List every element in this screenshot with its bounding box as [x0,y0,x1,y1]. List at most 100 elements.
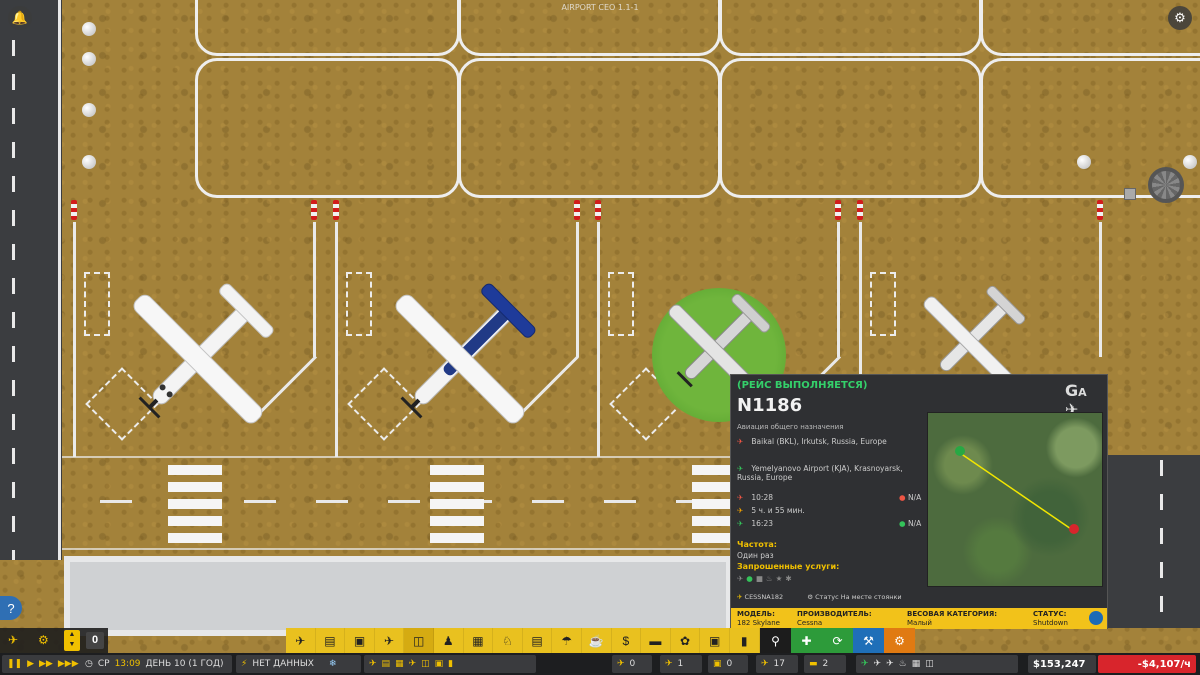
stat-flights-value: 1 [677,659,684,669]
gear-menu-icon[interactable]: ⚙ [38,633,49,647]
demolish-tool-icon[interactable]: ✚ [791,628,822,653]
bulldozer-tool-icon[interactable]: ⚙ [884,628,915,653]
cargo-overlay-icon[interactable]: ▣ [435,659,444,669]
weather-status: НЕТ ДАННЫХ [252,659,314,669]
stand-cone [595,200,601,220]
stat-passengers-value: 0 [629,659,636,669]
aircraft-spec-bar: МОДЕЛЬ: 182 Skylane ПРОИЗВОДИТЕЛЬ: Cessna … [731,608,1107,629]
stand-cone [71,200,77,220]
edge-light [82,103,96,117]
search-icon[interactable]: ⚲ [760,628,791,653]
money-tool-icon[interactable]: $ [612,628,642,653]
flight-duration-icon: ✈ [737,506,744,515]
game-time: 13:09 [114,659,141,669]
game-day: ДЕНЬ 10 (1 ГОД) [145,659,224,669]
hourly-income[interactable]: -$4,107/ч [1098,655,1196,673]
spec-manufacturer-label: ПРОИЗВОДИТЕЛЬ: [797,610,872,618]
scroll-stepper[interactable]: ▲ ▼ [64,630,80,651]
construction-tool-icon[interactable]: ⚒ [853,628,884,653]
pedestrian-crossing [168,465,222,545]
edge-light [82,155,96,169]
stat-vehicles-value: 2 [822,659,829,669]
plane-overlay-icon[interactable]: ✈ [369,659,377,669]
snow-icon: ❄ [328,659,337,669]
staff-tool-icon[interactable]: ♟ [434,628,464,653]
equipment-box [346,272,372,336]
landing-icon: ✈ [737,519,744,528]
arrival-icon: ✈ [737,464,744,473]
bell-icon[interactable]: 🔔 [8,6,32,30]
signal-icon[interactable]: ▦ [912,659,921,669]
cash-balance[interactable]: $153,247 [1028,655,1096,673]
camera-follow-button[interactable] [1089,611,1103,625]
service-icons: ✈●■♨★✱ [737,574,795,583]
fast-forward-icon[interactable]: ▶▶ [39,659,53,669]
aircraft-white[interactable] [110,262,300,442]
shop-tool-icon[interactable]: ☂ [552,628,582,653]
play-icon[interactable]: ▶ [27,659,34,669]
passenger-icon: ✈ [617,659,625,669]
zone-tool-icon[interactable]: ▤ [316,628,346,653]
spec-weight: ВЕСОВАЯ КАТЕГОРИЯ: Малый [907,610,997,627]
departure-toggle-icon[interactable]: ✈ [886,659,894,669]
counter-value: 0 [86,632,104,649]
bus-tool-icon[interactable]: ▣ [345,628,375,653]
grid-overlay-icon[interactable]: ▦ [395,659,404,669]
security-tool-icon[interactable]: ♘ [493,628,523,653]
boxes-tool-icon[interactable]: ▣ [700,628,730,653]
pause-icon[interactable]: ❚❚ [7,659,22,669]
stat-cargo: ▣ 0 [708,655,748,673]
upgrade-tool-icon[interactable]: ⟳ [822,628,853,653]
plants-tool-icon[interactable]: ✿ [671,628,701,653]
stand-line [313,222,316,357]
spec-weight-value: Малый [907,618,932,627]
spec-manufacturer-value: Cessna [797,618,823,627]
runway-tool-icon[interactable]: ✈ [286,628,316,653]
operations-toggles[interactable]: ✈ ✈ ✈ ♨ ▦ ◫ [856,655,1018,673]
baggage-tool-icon[interactable]: ◫ [404,628,434,653]
zone-overlay-icon[interactable]: ▤ [382,659,391,669]
baggage-overlay-icon[interactable]: ◫ [421,659,430,669]
spec-manufacturer: ПРОИЗВОДИТЕЛЬ: Cessna [797,610,872,627]
food-tool-icon[interactable]: ☕ [582,628,612,653]
bed-tool-icon[interactable]: ▮ [730,628,760,653]
seating-tool-icon[interactable]: ▬ [641,628,671,653]
departure-delay-value: N/A [907,493,922,502]
building-tool-icon[interactable]: ▦ [464,628,494,653]
pedestrian-crossing [692,465,732,545]
terminal-building[interactable] [64,556,732,636]
equipment-box [870,272,896,336]
aircraft-blue[interactable] [372,262,562,442]
vehicle-icon: ▬ [809,659,818,669]
flight-icon: ✈ [665,659,673,669]
aircraft-tool-icon[interactable]: ✈ [375,628,405,653]
build-toolbar: ✈ ▤ ▣ ✈ ◫ ♟ ▦ ♘ ▤ ☂ ☕ $ ▬ ✿ ▣ ▮ [286,628,760,653]
frequency-label: Частота: [737,540,777,549]
flight-schedule-icon[interactable]: ✈ [8,633,18,647]
spec-model: МОДЕЛЬ: 182 Skylane [737,610,780,627]
stand-status: Статус На месте стоянки [815,593,902,601]
arrival-overlay-icon[interactable]: ✈ [409,659,417,669]
flight-info-panel[interactable]: (РЕЙС ВЫПОЛНЯЕТСЯ) N1186 GA✈ Авиация общ… [730,374,1108,629]
gear-icon[interactable]: ⚙ [1168,6,1192,30]
atc-icon[interactable]: ✈ [861,659,869,669]
overlay-toggles[interactable]: ✈ ▤ ▦ ✈ ◫ ▣ ▮ [364,655,536,673]
services-label: Запрошенные услуги: [737,562,840,571]
runway-edge-line [58,0,61,560]
stat-vehicles: ▬ 2 [804,655,846,673]
report-icon[interactable]: ◫ [925,659,934,669]
arrival-toggle-icon[interactable]: ✈ [874,659,882,669]
toilet-tool-icon[interactable]: ▤ [523,628,553,653]
stat-flights: ✈ 1 [660,655,702,673]
game-version: AIRPORT CEO 1.1-1 [561,3,639,12]
stand-status-icon: ⚙ [807,593,814,601]
fastest-forward-icon[interactable]: ▶▶▶ [58,659,79,669]
bed-overlay-icon[interactable]: ▮ [448,659,453,669]
edge-light [1183,155,1197,169]
route-map[interactable] [927,412,1103,587]
takeoff-icon: ✈ [737,493,744,502]
radar-tower[interactable] [1148,167,1184,203]
weather-widget[interactable]: ⚡ НЕТ ДАННЫХ ❄ [236,655,361,673]
fuel-icon[interactable]: ♨ [899,659,907,669]
stand-line [1099,222,1102,357]
